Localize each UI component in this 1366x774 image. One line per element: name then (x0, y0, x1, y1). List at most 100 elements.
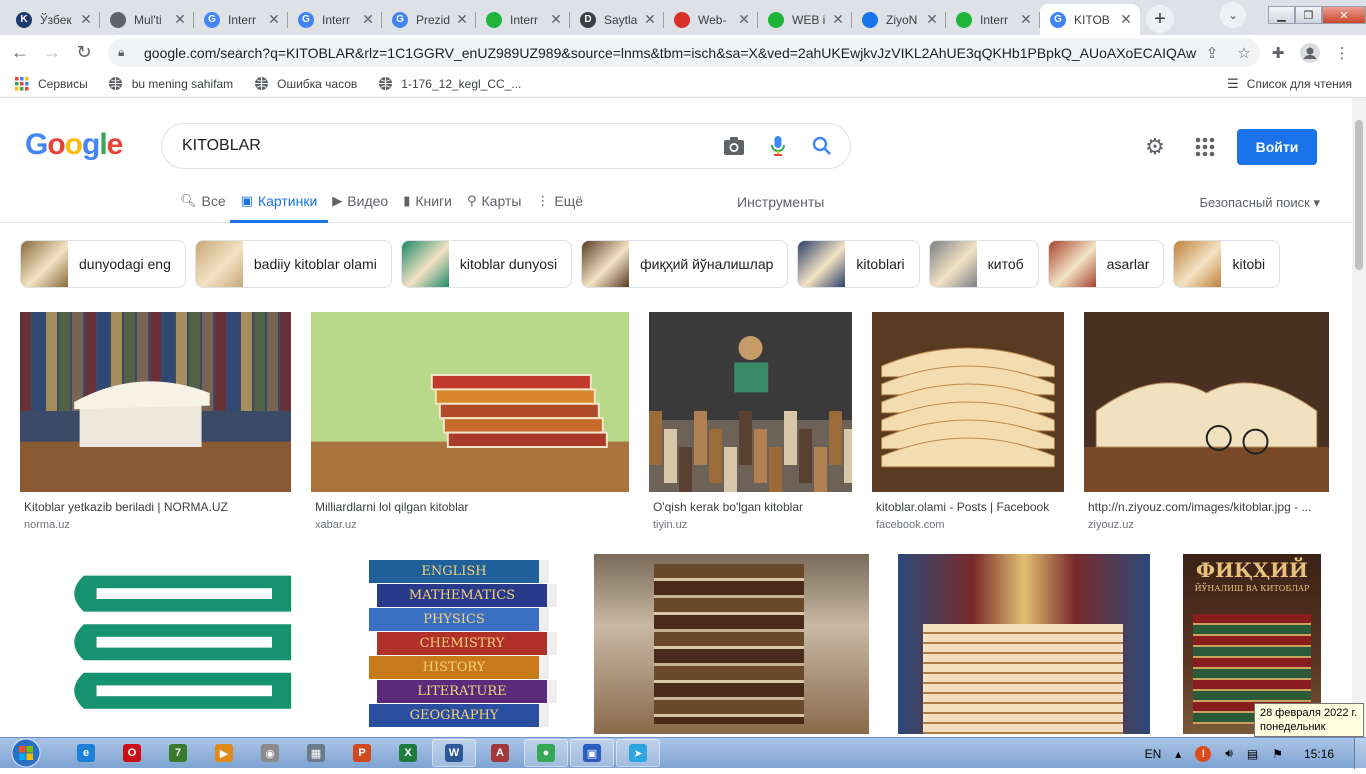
search-tab[interactable]: ▶ Видео (332, 186, 388, 223)
image-result[interactable]: http://n.ziyouz.com/images/kitoblar.jpg … (1084, 312, 1329, 532)
result-caption[interactable]: Kitoblar yetkazib beriladi | NORMA.UZ (24, 500, 289, 514)
result-caption[interactable]: http://n.ziyouz.com/images/kitoblar.jpg … (1088, 500, 1327, 514)
bookmark-item[interactable]: Сервисы (14, 76, 88, 92)
page-scrollbar[interactable] (1352, 98, 1366, 738)
related-search-chip[interactable]: dunyodagi eng (20, 240, 186, 288)
bookmark-item[interactable]: bu mening sahifam (108, 76, 233, 92)
related-search-chip[interactable]: asarlar (1047, 240, 1165, 288)
result-thumbnail[interactable] (20, 312, 291, 492)
result-source[interactable]: ziyouz.uz (1088, 519, 1134, 531)
language-indicator[interactable]: EN (1145, 747, 1162, 761)
result-caption[interactable]: kitoblar.olami - Posts | Facebook (876, 500, 1062, 514)
browser-tab[interactable]: Interr ✕ (946, 4, 1040, 35)
result-thumbnail[interactable]: ENGLISH MATHEMATICS PHYSICS CHEMISTRY HISTOR… (359, 554, 569, 734)
browser-tab[interactable]: Web- ✕ (664, 4, 758, 35)
search-tab[interactable]: 🔍︎ Все (180, 186, 226, 223)
back-icon[interactable]: ← (4, 37, 36, 69)
result-thumbnail[interactable] (594, 554, 869, 734)
bookmark-star-icon[interactable]: ☆ (1228, 44, 1260, 62)
browser-tab[interactable]: WEB i ✕ (758, 4, 852, 35)
clock[interactable]: 15:16 (1304, 747, 1334, 761)
result-thumbnail[interactable] (872, 312, 1064, 492)
tab-search-button[interactable]: ⌄ (1220, 2, 1246, 28)
search-icon[interactable] (800, 136, 844, 156)
result-thumbnail[interactable] (311, 312, 629, 492)
minimize-button[interactable]: ▁ (1268, 6, 1295, 24)
close-tab-icon[interactable]: ✕ (1118, 11, 1134, 28)
result-source[interactable]: facebook.com (876, 519, 944, 531)
address-bar[interactable]: 🔒︎ google.com/search?q=KITOBLAR&rlz=1C1G… (108, 38, 1260, 67)
bookmark-item[interactable]: Ошибка часов (253, 76, 357, 92)
close-tab-icon[interactable]: ✕ (1018, 11, 1034, 28)
flag-icon[interactable]: ⚑ (1272, 747, 1283, 761)
browser-tab[interactable]: G Interr ✕ (288, 4, 382, 35)
safe-search-button[interactable]: Безопасный поиск ▾ (1199, 195, 1320, 211)
result-thumbnail[interactable] (898, 554, 1150, 734)
show-desktop-button[interactable] (1354, 738, 1366, 769)
taskbar-ie-button[interactable]: e (64, 739, 108, 767)
search-tab[interactable]: ▮ Книги (403, 186, 452, 223)
result-caption[interactable]: O'qish kerak bo'lgan kitoblar (653, 500, 850, 514)
result-source[interactable]: xabar.uz (315, 519, 357, 531)
browser-tab[interactable]: Interr ✕ (476, 4, 570, 35)
related-search-chip[interactable]: фиқҳий йўналишлар (581, 240, 789, 288)
browser-tab[interactable]: G Prezid ✕ (382, 4, 476, 35)
search-tab[interactable]: ⋮ Ещё (536, 186, 583, 223)
taskbar-calculator-button[interactable]: ▦ (294, 739, 338, 767)
url-text[interactable]: google.com/search?q=KITOBLAR&rlz=1C1GGRV… (144, 45, 1196, 61)
related-search-chip[interactable]: kitoblar dunyosi (400, 240, 573, 288)
browser-tab[interactable]: K Ўзбек ✕ (6, 4, 100, 35)
close-tab-icon[interactable]: ✕ (78, 11, 94, 28)
image-result[interactable]: Milliardlarni lol qilgan kitoblar xabar.u… (311, 312, 629, 532)
taskbar-save-app-button[interactable]: ▣ (570, 739, 614, 767)
chrome-menu-icon[interactable]: ⋮ (1326, 38, 1358, 67)
close-tab-icon[interactable]: ✕ (360, 11, 376, 28)
result-source[interactable]: norma.uz (24, 519, 70, 531)
search-input[interactable]: KITOBLAR (182, 137, 712, 155)
volume-icon[interactable]: 🔊︎ (1225, 746, 1233, 761)
close-window-button[interactable]: ✕ (1322, 6, 1366, 24)
close-tab-icon[interactable]: ✕ (830, 11, 846, 28)
taskbar-utility-button[interactable]: ◉ (248, 739, 292, 767)
share-icon[interactable]: ⇪ (1196, 44, 1228, 62)
result-thumbnail[interactable] (649, 312, 852, 492)
sign-in-button[interactable]: Войти (1237, 129, 1317, 165)
search-tab[interactable]: ⚲ Карты (467, 186, 521, 223)
tools-button[interactable]: Инструменты (737, 194, 824, 210)
google-apps-icon[interactable] (1192, 134, 1218, 160)
close-tab-icon[interactable]: ✕ (172, 11, 188, 28)
maximize-button[interactable]: ❐ (1295, 6, 1322, 24)
result-caption[interactable]: Milliardlarni lol qilgan kitoblar (315, 500, 627, 514)
taskbar-powerpoint-button[interactable]: P (340, 739, 384, 767)
taskbar-access-button[interactable]: A (478, 739, 522, 767)
settings-gear-icon[interactable]: ⚙ (1142, 134, 1168, 160)
close-tab-icon[interactable]: ✕ (642, 11, 658, 28)
image-result[interactable]: Kitoblar yetkazib beriladi | NORMA.UZ nor… (20, 312, 291, 532)
result-thumbnail[interactable] (20, 554, 339, 734)
taskbar-excel-button[interactable]: X (386, 739, 430, 767)
microphone-icon[interactable] (756, 135, 800, 157)
browser-tab[interactable]: ZiyoN ✕ (852, 4, 946, 35)
close-tab-icon[interactable]: ✕ (924, 11, 940, 28)
camera-icon[interactable] (712, 136, 756, 156)
alert-icon[interactable]: ! (1195, 745, 1212, 762)
search-box[interactable]: KITOBLAR (161, 123, 851, 169)
related-search-chip[interactable]: kitobi (1173, 240, 1281, 288)
new-tab-button[interactable]: + (1146, 5, 1174, 33)
result-thumbnail[interactable] (1084, 312, 1329, 492)
extensions-icon[interactable]: ✚ (1262, 38, 1294, 67)
forward-icon[interactable]: → (36, 37, 68, 69)
bookmark-item[interactable]: 1-176_12_kegl_CC_... (377, 76, 521, 92)
reading-list-button[interactable]: ☰ Список для чтения (1227, 76, 1352, 92)
close-tab-icon[interactable]: ✕ (548, 11, 564, 28)
close-tab-icon[interactable]: ✕ (736, 11, 752, 28)
profile-avatar-icon[interactable] (1294, 38, 1326, 67)
image-result[interactable]: O'qish kerak bo'lgan kitoblar tiyin.uz (649, 312, 852, 532)
taskbar-7zip-button[interactable]: 7 (156, 739, 200, 767)
browser-tab[interactable]: G KITOB ✕ (1040, 4, 1140, 35)
scrollbar-thumb[interactable] (1355, 120, 1363, 270)
related-search-chip[interactable]: китоб (928, 240, 1039, 288)
close-tab-icon[interactable]: ✕ (266, 11, 282, 28)
taskbar-telegram-button[interactable]: ➤ (616, 739, 660, 767)
google-logo[interactable]: Google (25, 128, 123, 162)
